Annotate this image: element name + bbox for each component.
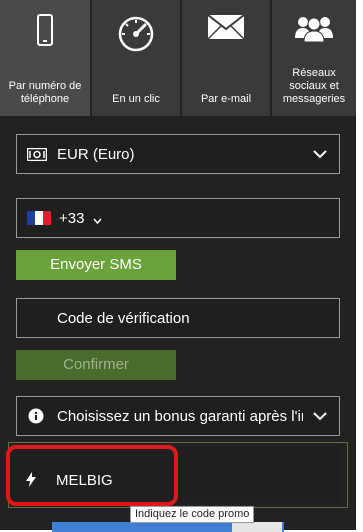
speedometer-icon [116, 14, 156, 56]
highlight-box [6, 445, 178, 506]
tab-one-click-label: En un clic [112, 93, 160, 105]
tab-social-label: Réseaux sociaux et messageries [282, 67, 346, 105]
tab-email[interactable]: Par e-mail [182, 0, 270, 116]
envelope-icon [207, 14, 245, 44]
tab-phone-label: Par numéro de téléphone [8, 80, 82, 105]
verification-code-input[interactable]: Code de vérification [16, 298, 340, 338]
dial-code: +33 [59, 210, 85, 227]
verification-placeholder: Code de vérification [57, 310, 190, 327]
chevron-down-icon [313, 409, 327, 427]
phone-field[interactable]: +33 [16, 198, 340, 238]
bonus-select[interactable]: Choisissez un bonus garanti après l'ins [16, 396, 340, 436]
tab-phone[interactable]: Par numéro de téléphone [0, 0, 90, 116]
currency-value: EUR (Euro) [57, 146, 135, 163]
phone-icon [37, 14, 53, 50]
tab-email-label: Par e-mail [200, 93, 252, 105]
registration-method-tabs: Par numéro de téléphone En un clic Par e… [0, 0, 356, 116]
confirm-button[interactable]: Confirmer [16, 350, 176, 380]
tab-social[interactable]: Réseaux sociaux et messageries [272, 0, 356, 116]
info-icon [28, 408, 44, 428]
registration-panel: Par numéro de téléphone En un clic Par e… [0, 0, 356, 530]
banknote-icon [26, 147, 48, 165]
tab-one-click[interactable]: En un clic [92, 0, 180, 116]
dial-code-chevron-icon[interactable] [93, 213, 102, 230]
chevron-down-icon [313, 147, 327, 165]
bonus-text: Choisissez un bonus garanti après l'ins [57, 408, 303, 425]
send-sms-button[interactable]: Envoyer SMS [16, 250, 176, 280]
currency-select[interactable]: EUR (Euro) [16, 134, 340, 174]
promo-tooltip: Indiquez le code promo [130, 506, 255, 523]
flag-france-icon [27, 211, 51, 225]
people-icon [294, 14, 334, 46]
secondary-button-partial[interactable] [232, 522, 282, 532]
